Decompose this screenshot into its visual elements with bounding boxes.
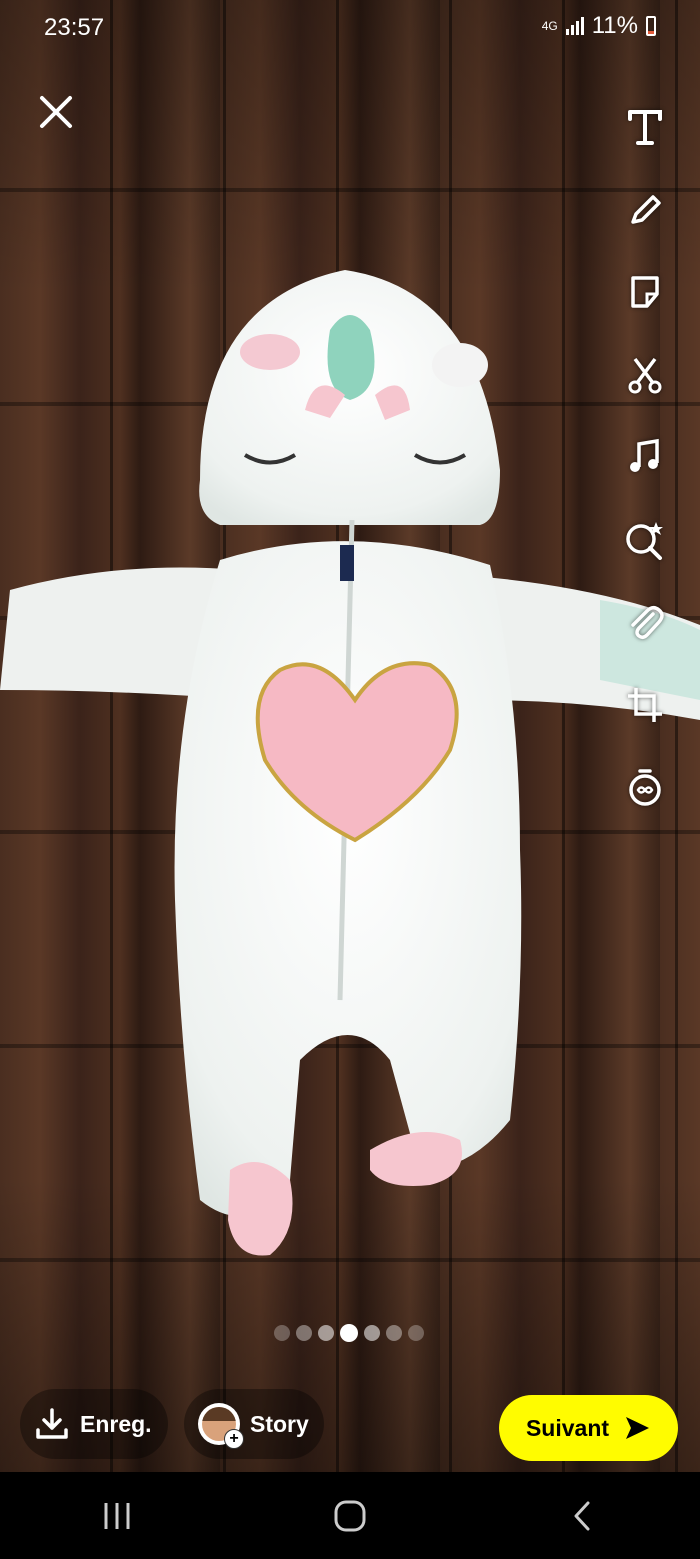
recent-apps-button[interactable]: [67, 1486, 167, 1546]
story-label: Story: [250, 1410, 309, 1437]
send-arrow-icon: [626, 1417, 650, 1439]
page-dot: [296, 1325, 312, 1341]
draw-tool-button[interactable]: [620, 169, 670, 252]
text-icon: [628, 110, 662, 146]
page-dot: [318, 1325, 334, 1341]
next-label: Suivant: [525, 1414, 610, 1441]
page-dot: [364, 1325, 380, 1341]
crop-tool-button[interactable]: [620, 664, 670, 747]
music-tool-button[interactable]: [620, 416, 670, 499]
save-label: Enreg.: [80, 1410, 152, 1437]
plus-icon: +: [224, 1429, 244, 1449]
sticker-icon: [631, 276, 659, 308]
pencil-icon: [631, 195, 661, 224]
status-indicators: 4G 11%: [542, 12, 656, 40]
next-button[interactable]: Suivant: [499, 1395, 678, 1461]
scissors-icon: [628, 357, 662, 394]
crop-icon: [628, 687, 662, 722]
page-dot: [408, 1325, 424, 1341]
recent-apps-icon: [104, 1502, 130, 1529]
save-button[interactable]: Enreg.: [20, 1389, 168, 1459]
download-icon: [36, 1408, 68, 1439]
page-dot-active: [340, 1324, 358, 1342]
home-button[interactable]: [300, 1486, 400, 1546]
back-button[interactable]: [533, 1486, 633, 1546]
network-type: 4G: [541, 18, 558, 33]
battery-icon: [646, 16, 656, 36]
system-nav-bar: [0, 1472, 700, 1559]
scissors-tool-button[interactable]: [620, 334, 670, 417]
page-dot: [274, 1325, 290, 1341]
timer-tool-button[interactable]: [620, 746, 670, 829]
close-button[interactable]: [36, 92, 76, 132]
lens-search-icon: [626, 521, 663, 560]
timer-icon: [629, 769, 661, 806]
page-dot: [386, 1325, 402, 1341]
avatar: +: [198, 1403, 244, 1449]
editing-toolbar: [620, 86, 670, 829]
photo-subject-onesie: [0, 270, 700, 1256]
close-icon: [40, 96, 72, 128]
back-chevron-icon: [574, 1501, 590, 1530]
lens-tool-button[interactable]: [620, 499, 670, 582]
add-to-story-button[interactable]: + Story: [184, 1389, 324, 1459]
battery-level: 11%: [591, 12, 638, 39]
attach-link-button[interactable]: [620, 581, 670, 664]
paperclip-icon: [631, 606, 664, 640]
status-time: 23:57: [44, 14, 105, 41]
home-icon: [334, 1500, 366, 1531]
status-bar: 23:57 4G 11%: [0, 0, 700, 56]
page-indicator: [274, 1324, 424, 1342]
text-tool-button[interactable]: [620, 86, 670, 169]
signal-strength-icon: [565, 17, 584, 35]
music-note-icon: [630, 439, 659, 473]
sticker-tool-button[interactable]: [620, 251, 670, 334]
